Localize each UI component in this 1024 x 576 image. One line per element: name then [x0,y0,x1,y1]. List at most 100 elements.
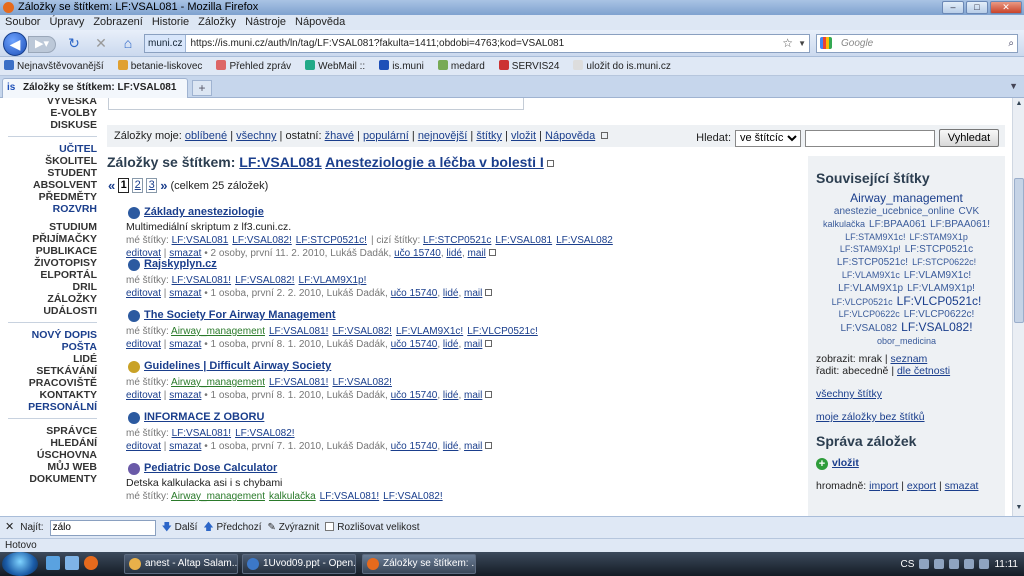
find-next-button[interactable]: 🡇 Další [162,517,198,538]
left-nav-item[interactable]: Pracoviště [0,377,97,389]
tag-link[interactable]: LF:VSAL082! [383,491,442,502]
other-link[interactable]: vložit [511,130,536,142]
left-nav-item[interactable]: Události [0,305,97,317]
left-nav-item[interactable]: Setkávání [0,365,97,377]
bookmark-title-link[interactable]: INFORMACE Z OBORU [144,411,806,424]
mail-link[interactable]: mail [464,288,482,299]
new-tab-button[interactable]: + [192,80,212,96]
uco-link[interactable]: učo 15740 [391,288,438,299]
tag-link[interactable]: LF:VSAL082! [235,275,294,286]
other-link[interactable]: Nápověda [545,130,595,142]
cloud-tag-link[interactable]: Airway_management [850,192,963,204]
firefox-quicklaunch-icon[interactable] [84,556,98,570]
site-identity-button[interactable]: muni.cz [145,35,187,52]
tag-link[interactable]: LF:VSAL081! [172,428,231,439]
volume-icon[interactable] [979,559,990,569]
people-link[interactable]: lidé [443,339,459,350]
cloud-tag-link[interactable]: LF:VLAM9X1c [842,269,900,281]
all-tags-link[interactable]: všechny štítky [816,388,882,400]
left-nav-item[interactable]: Předměty [0,191,97,203]
menu-item[interactable]: Nástroje [245,15,286,30]
bookmark-search-input[interactable] [805,129,935,147]
cloud-tag-link[interactable]: LF:VSAL082 [840,323,897,335]
bulk-action-link[interactable]: smazat [945,480,979,492]
tag-link[interactable]: kalkulačka [269,491,316,502]
bookmark-item[interactable]: Nejnavštěvovanější [4,57,104,75]
taskbar-button[interactable]: anest - Altap Salam... [124,554,238,574]
find-input[interactable] [49,519,156,536]
tag-link[interactable]: Airway_management [171,377,265,388]
insert-link[interactable]: vložit [832,457,859,469]
menu-item[interactable]: Soubor [5,15,40,30]
left-nav-item[interactable]: Záložky [0,293,97,305]
other-link[interactable]: štítky [476,130,502,142]
back-button[interactable]: ◀ [3,32,27,56]
edit-link[interactable]: editovat [126,441,161,452]
left-nav-item[interactable]: Školitel [0,155,97,167]
scroll-up-icon[interactable]: ▲ [1014,100,1024,110]
language-indicator[interactable]: CS [901,559,915,570]
show-desktop-icon[interactable] [46,556,60,570]
left-nav-item[interactable]: Pošta [0,341,97,353]
tray-icon[interactable] [934,559,945,569]
left-nav-item[interactable]: Životopisy [0,257,97,269]
page-number[interactable]: 2 [132,178,144,193]
cloud-tag-link[interactable]: LF:STCP0521c [905,244,973,256]
uco-link[interactable]: učo 15740 [391,390,438,401]
left-nav-item[interactable]: Personální [0,401,97,413]
menu-item[interactable]: Nápověda [295,15,345,30]
uco-link[interactable]: učo 15740 [391,441,438,452]
cloud-tag-link[interactable]: LF:VLCP0521c! [897,295,982,307]
tag-link[interactable]: LF:VSAL082 [556,235,613,246]
course-link[interactable]: Anesteziologie a léčba v bolesti I [325,154,544,170]
mail-link[interactable]: mail [464,339,482,350]
mail-link[interactable]: mail [464,390,482,401]
home-icon[interactable]: ⌂ [120,35,136,51]
clock[interactable]: 11:11 [994,559,1018,570]
scroll-thumb[interactable] [1014,178,1024,323]
match-case-checkbox[interactable]: Rozlišovat velikost [325,517,420,538]
cloud-tag-link[interactable]: LF:VLAM9X1c! [904,270,971,282]
menu-item[interactable]: Zobrazení [93,15,143,30]
tag-link[interactable]: LF:VSAL081! [320,491,379,502]
page-number[interactable]: 1 [118,178,130,193]
start-button[interactable] [2,552,38,576]
tag-link[interactable]: LF:VLAM9X1p! [299,275,367,286]
plus-icon[interactable]: + [816,458,828,470]
cloud-tag-link[interactable]: LF:BPAA061! [930,219,990,231]
tag-link[interactable]: Airway_management [171,491,265,502]
cloud-tag-link[interactable]: LF:VSAL082! [901,321,972,333]
tag-link[interactable]: LF:VLCP0521c! [467,326,538,337]
cloud-tag-link[interactable]: LF:STAM9X1p! [840,243,901,255]
bookmark-item[interactable]: uložit do is.muni.cz [573,57,671,75]
tag-link[interactable]: LF:STCP0521c! [296,235,367,246]
mail-link[interactable]: mail [464,441,482,452]
bookmark-item[interactable]: medard [437,57,485,75]
cloud-tag-link[interactable]: CVK [959,206,980,218]
search-box[interactable]: Google ⌕ [816,34,1018,53]
bookmark-item[interactable]: SERVIS24 [498,57,559,75]
delete-link[interactable]: smazat [169,390,201,401]
prev-page-icon[interactable]: « [108,178,115,193]
tab-list-icon[interactable]: ▼ [1009,81,1018,91]
menu-item[interactable]: Historie [152,15,189,30]
left-nav-item[interactable]: Studium [0,221,97,233]
bookmark-item[interactable]: is.muni [379,57,424,75]
edit-link[interactable]: editovat [126,288,161,299]
tag-link[interactable]: LF:VSAL082! [235,428,294,439]
left-nav-item[interactable]: Absolvent [0,179,97,191]
left-nav-item[interactable]: Hledání [0,437,97,449]
left-nav-item[interactable]: Dril [0,281,98,293]
left-nav-item[interactable]: Elportál [0,269,97,281]
bookmark-item[interactable]: Přehled zpráv [216,57,291,75]
forward-button[interactable]: ▶▾ [28,36,56,53]
other-link[interactable]: žhavé [325,130,354,142]
tag-link[interactable]: LF:VSAL081 [239,154,321,170]
tag-link[interactable]: LF:VSAL082! [332,377,391,388]
left-nav-item[interactable]: Diskuse [0,119,97,131]
edit-link[interactable]: editovat [126,390,161,401]
cloud-tag-link[interactable]: LF:VLCP0622c [839,308,900,320]
url-text[interactable]: https://is.muni.cz/auth/ln/tag/LF:VSAL08… [190,38,564,49]
tag-link[interactable]: LF:VSAL082! [232,235,291,246]
cloud-tag-link[interactable]: LF:VLCP0521c [832,296,893,308]
